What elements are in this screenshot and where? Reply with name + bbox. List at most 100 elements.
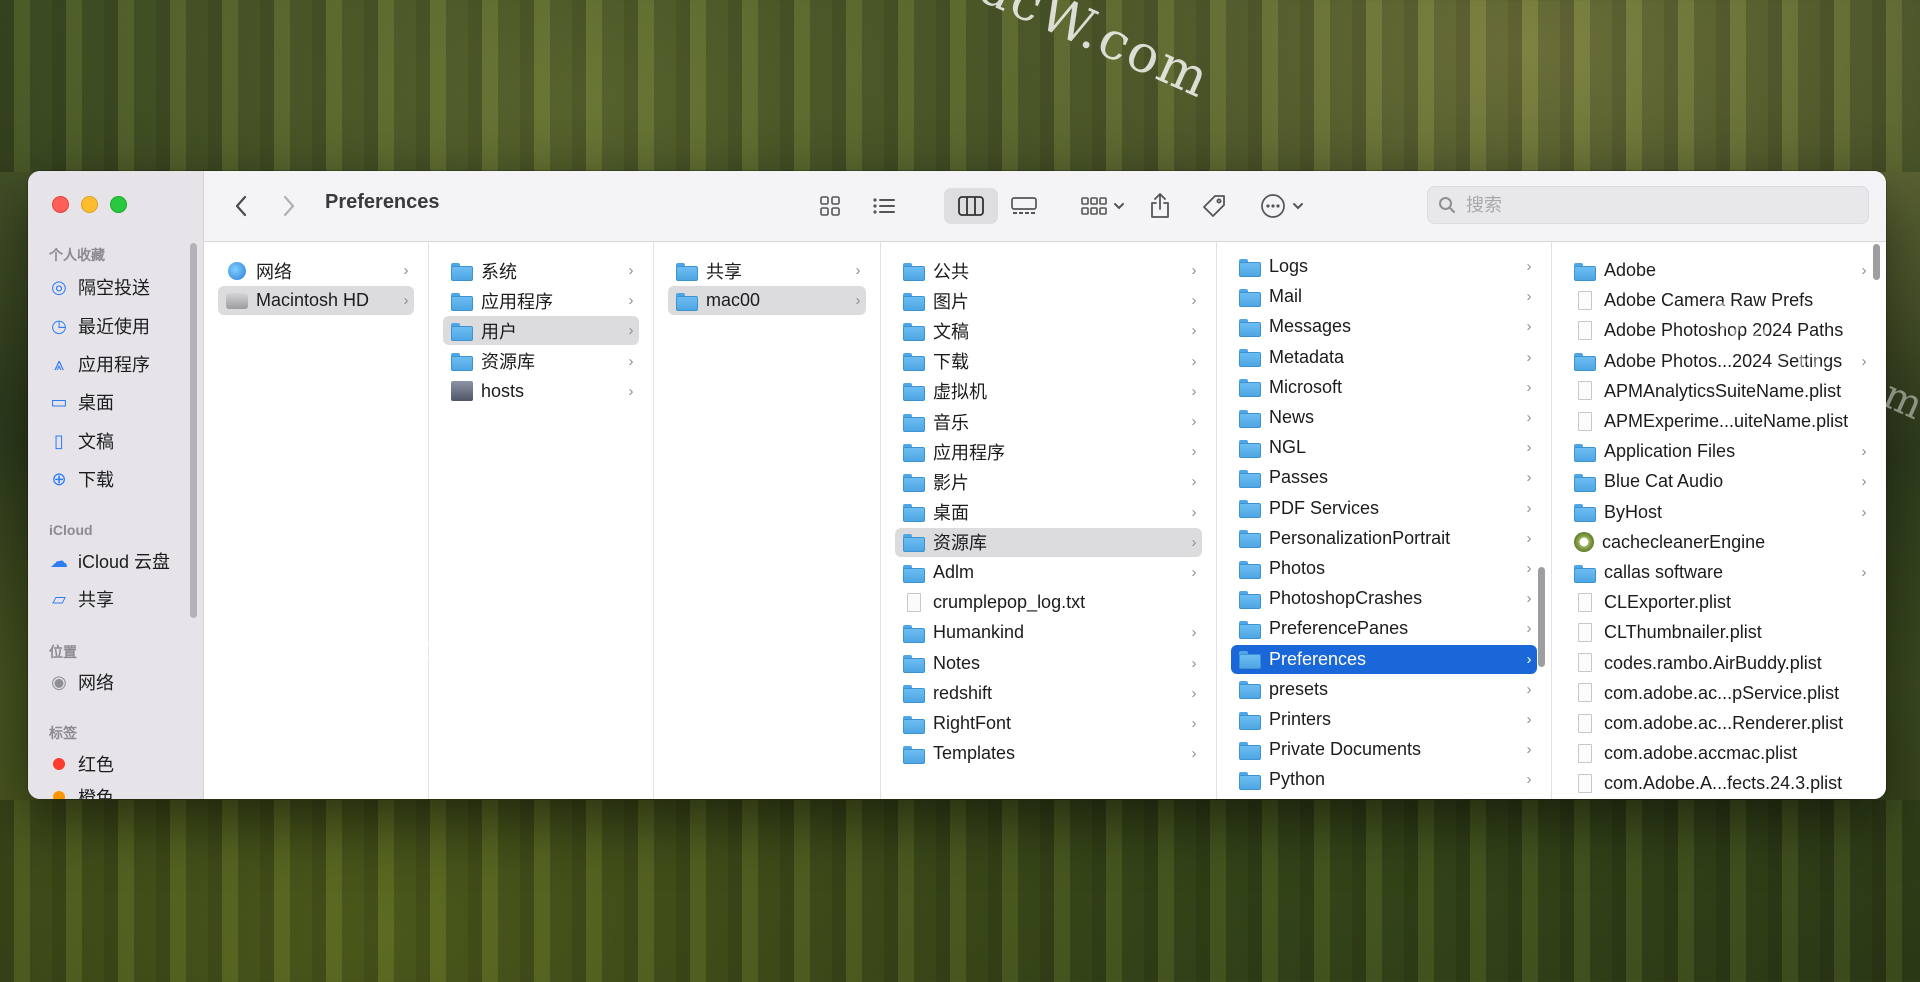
list-view-button[interactable] [864,188,904,224]
list-item[interactable]: 桌面 › [895,498,1202,527]
column-view-button[interactable] [944,188,998,224]
search-field[interactable] [1427,186,1869,224]
list-item[interactable]: Blue Cat Audio › [1566,467,1872,496]
folder-icon [451,321,473,341]
sidebar-item-tag-orange[interactable]: 橙色 [48,781,114,799]
sidebar-item-documents[interactable]: ▯ 文稿 [48,425,114,457]
list-item[interactable]: Logs › [1231,252,1537,281]
search-input[interactable] [1464,193,1848,217]
group-button[interactable] [1076,188,1130,224]
list-item[interactable]: presets › [1231,675,1537,704]
column-library[interactable]: Logs › Mail › Messages › Metadata › Microsoft › Ne… [1217,242,1552,799]
list-item[interactable]: Metadata › [1231,343,1537,372]
sidebar-item-tag-red[interactable]: 红色 [48,748,114,780]
sidebar-item-applications[interactable]: ⩓ 应用程序 [48,348,150,380]
list-item[interactable]: com.adobe.accmac.plist [1566,739,1872,768]
column-root[interactable]: 网络 › Macintosh HD › [204,242,429,799]
list-item[interactable]: 虚拟机 › [895,377,1202,406]
list-item[interactable]: PreferencePanes › [1231,614,1537,643]
list-item[interactable]: Private Documents › [1231,735,1537,764]
list-item[interactable]: Printers › [1231,705,1537,734]
tags-button[interactable] [1194,188,1234,224]
list-item[interactable]: 用户 › [443,316,639,346]
list-item[interactable]: 影片 › [895,467,1202,496]
sidebar-item-network[interactable]: ◉ 网络 [48,666,114,698]
list-item[interactable]: Python › [1231,765,1537,794]
list-item[interactable]: APMExperime...uiteName.plist [1566,407,1872,436]
list-item[interactable]: 文稿 › [895,316,1202,345]
list-item[interactable]: 资源库 › [443,347,639,376]
list-item[interactable]: cachecleanerEngine [1566,528,1872,557]
forward-button[interactable] [274,188,304,224]
list-item[interactable]: crumplepop_log.txt [895,588,1202,617]
sidebar-scrollbar[interactable] [190,243,197,618]
list-item[interactable]: PDF Services › [1231,494,1537,523]
list-item[interactable]: CLExporter.plist [1566,588,1872,617]
column-scrollbar[interactable] [1873,244,1880,280]
list-item[interactable]: com.adobe.ac...pService.plist [1566,679,1872,708]
list-item[interactable]: Adlm › [895,558,1202,587]
list-item[interactable]: Microsoft › [1231,373,1537,402]
list-item[interactable]: com.Adobe.A...fects.24.3.plist [1566,769,1872,798]
list-item[interactable]: Mail › [1231,282,1537,311]
list-item[interactable]: Notes › [895,649,1202,678]
list-item[interactable]: 资源库 › [895,527,1202,557]
list-item[interactable]: Messages › [1231,312,1537,341]
sidebar-item-airdrop[interactable]: ◎ 隔空投送 [48,271,150,303]
list-item[interactable]: NGL › [1231,433,1537,462]
list-item[interactable]: 应用程序 › [443,286,639,315]
list-item[interactable]: PhotoshopCrashes › [1231,584,1537,613]
list-item[interactable]: Adobe › [1566,256,1872,285]
list-item[interactable]: 下载 › [895,347,1202,376]
close-button[interactable] [52,196,69,213]
list-item[interactable]: hosts › [443,377,639,406]
list-item[interactable]: 图片 › [895,286,1202,315]
list-item-label: mac00 [706,290,761,311]
column-users[interactable]: 共享 › mac00 › [654,242,881,799]
list-item[interactable]: 网络 › [218,256,414,285]
list-item[interactable]: callas software › [1566,558,1872,587]
sidebar-item-label: 红色 [78,755,114,775]
list-item[interactable]: PersonalizationPortrait › [1231,524,1537,553]
chevron-right-icon: › [855,262,861,279]
column-scrollbar[interactable] [1538,567,1545,667]
list-item[interactable]: CLThumbnailer.plist [1566,618,1872,647]
zoom-button[interactable] [110,196,127,213]
list-item[interactable]: Application Files › [1566,437,1872,466]
list-item[interactable]: Passes › [1231,463,1537,492]
sidebar-item-desktop[interactable]: ▭ 桌面 [48,386,114,418]
more-actions-button[interactable] [1252,188,1312,224]
file-icon [1574,381,1596,401]
gallery-view-button[interactable] [1004,188,1044,224]
column-mac00[interactable]: 公共 › 图片 › 文稿 › 下载 › 虚拟机 › 音乐 › 应用程序 › 影片 › 桌面 › 资源库 › Adlm › c… [881,242,1217,799]
back-button[interactable] [226,188,256,224]
list-item[interactable]: News › [1231,403,1537,432]
list-item[interactable]: mac00 › [668,286,866,316]
orange-tag-icon [48,786,70,799]
folder-icon [1239,528,1261,549]
list-item[interactable]: 系统 › [443,256,639,285]
list-item[interactable]: Macintosh HD › [218,286,414,316]
list-item[interactable]: ByHost › [1566,498,1872,527]
list-item[interactable]: 应用程序 › [895,437,1202,466]
list-item[interactable]: Templates › [895,739,1202,768]
sidebar-item-icloud-drive[interactable]: ☁ iCloud 云盘 [48,545,170,577]
share-button[interactable] [1140,188,1180,224]
sidebar-item-recents[interactable]: ◷ 最近使用 [48,310,150,342]
list-item[interactable]: 公共 › [895,256,1202,285]
list-item[interactable]: Photos › [1231,554,1537,583]
minimize-button[interactable] [81,196,98,213]
sidebar-item-downloads[interactable]: ⊕ 下载 [48,463,114,495]
list-item[interactable]: com.adobe.ac...Renderer.plist [1566,709,1872,738]
list-item[interactable]: Humankind › [895,618,1202,647]
icon-view-button[interactable] [810,188,850,224]
list-item[interactable]: 共享 › [668,256,866,285]
list-item[interactable]: 音乐 › [895,407,1202,436]
sidebar-item-shared[interactable]: ▱ 共享 [48,583,114,615]
folder-icon [903,321,925,341]
list-item[interactable]: Preferences › [1231,644,1537,674]
folder-icon [903,442,925,462]
list-item[interactable]: RightFont › [895,709,1202,738]
list-item[interactable]: codes.rambo.AirBuddy.plist [1566,649,1872,678]
list-item[interactable]: redshift › [895,679,1202,708]
